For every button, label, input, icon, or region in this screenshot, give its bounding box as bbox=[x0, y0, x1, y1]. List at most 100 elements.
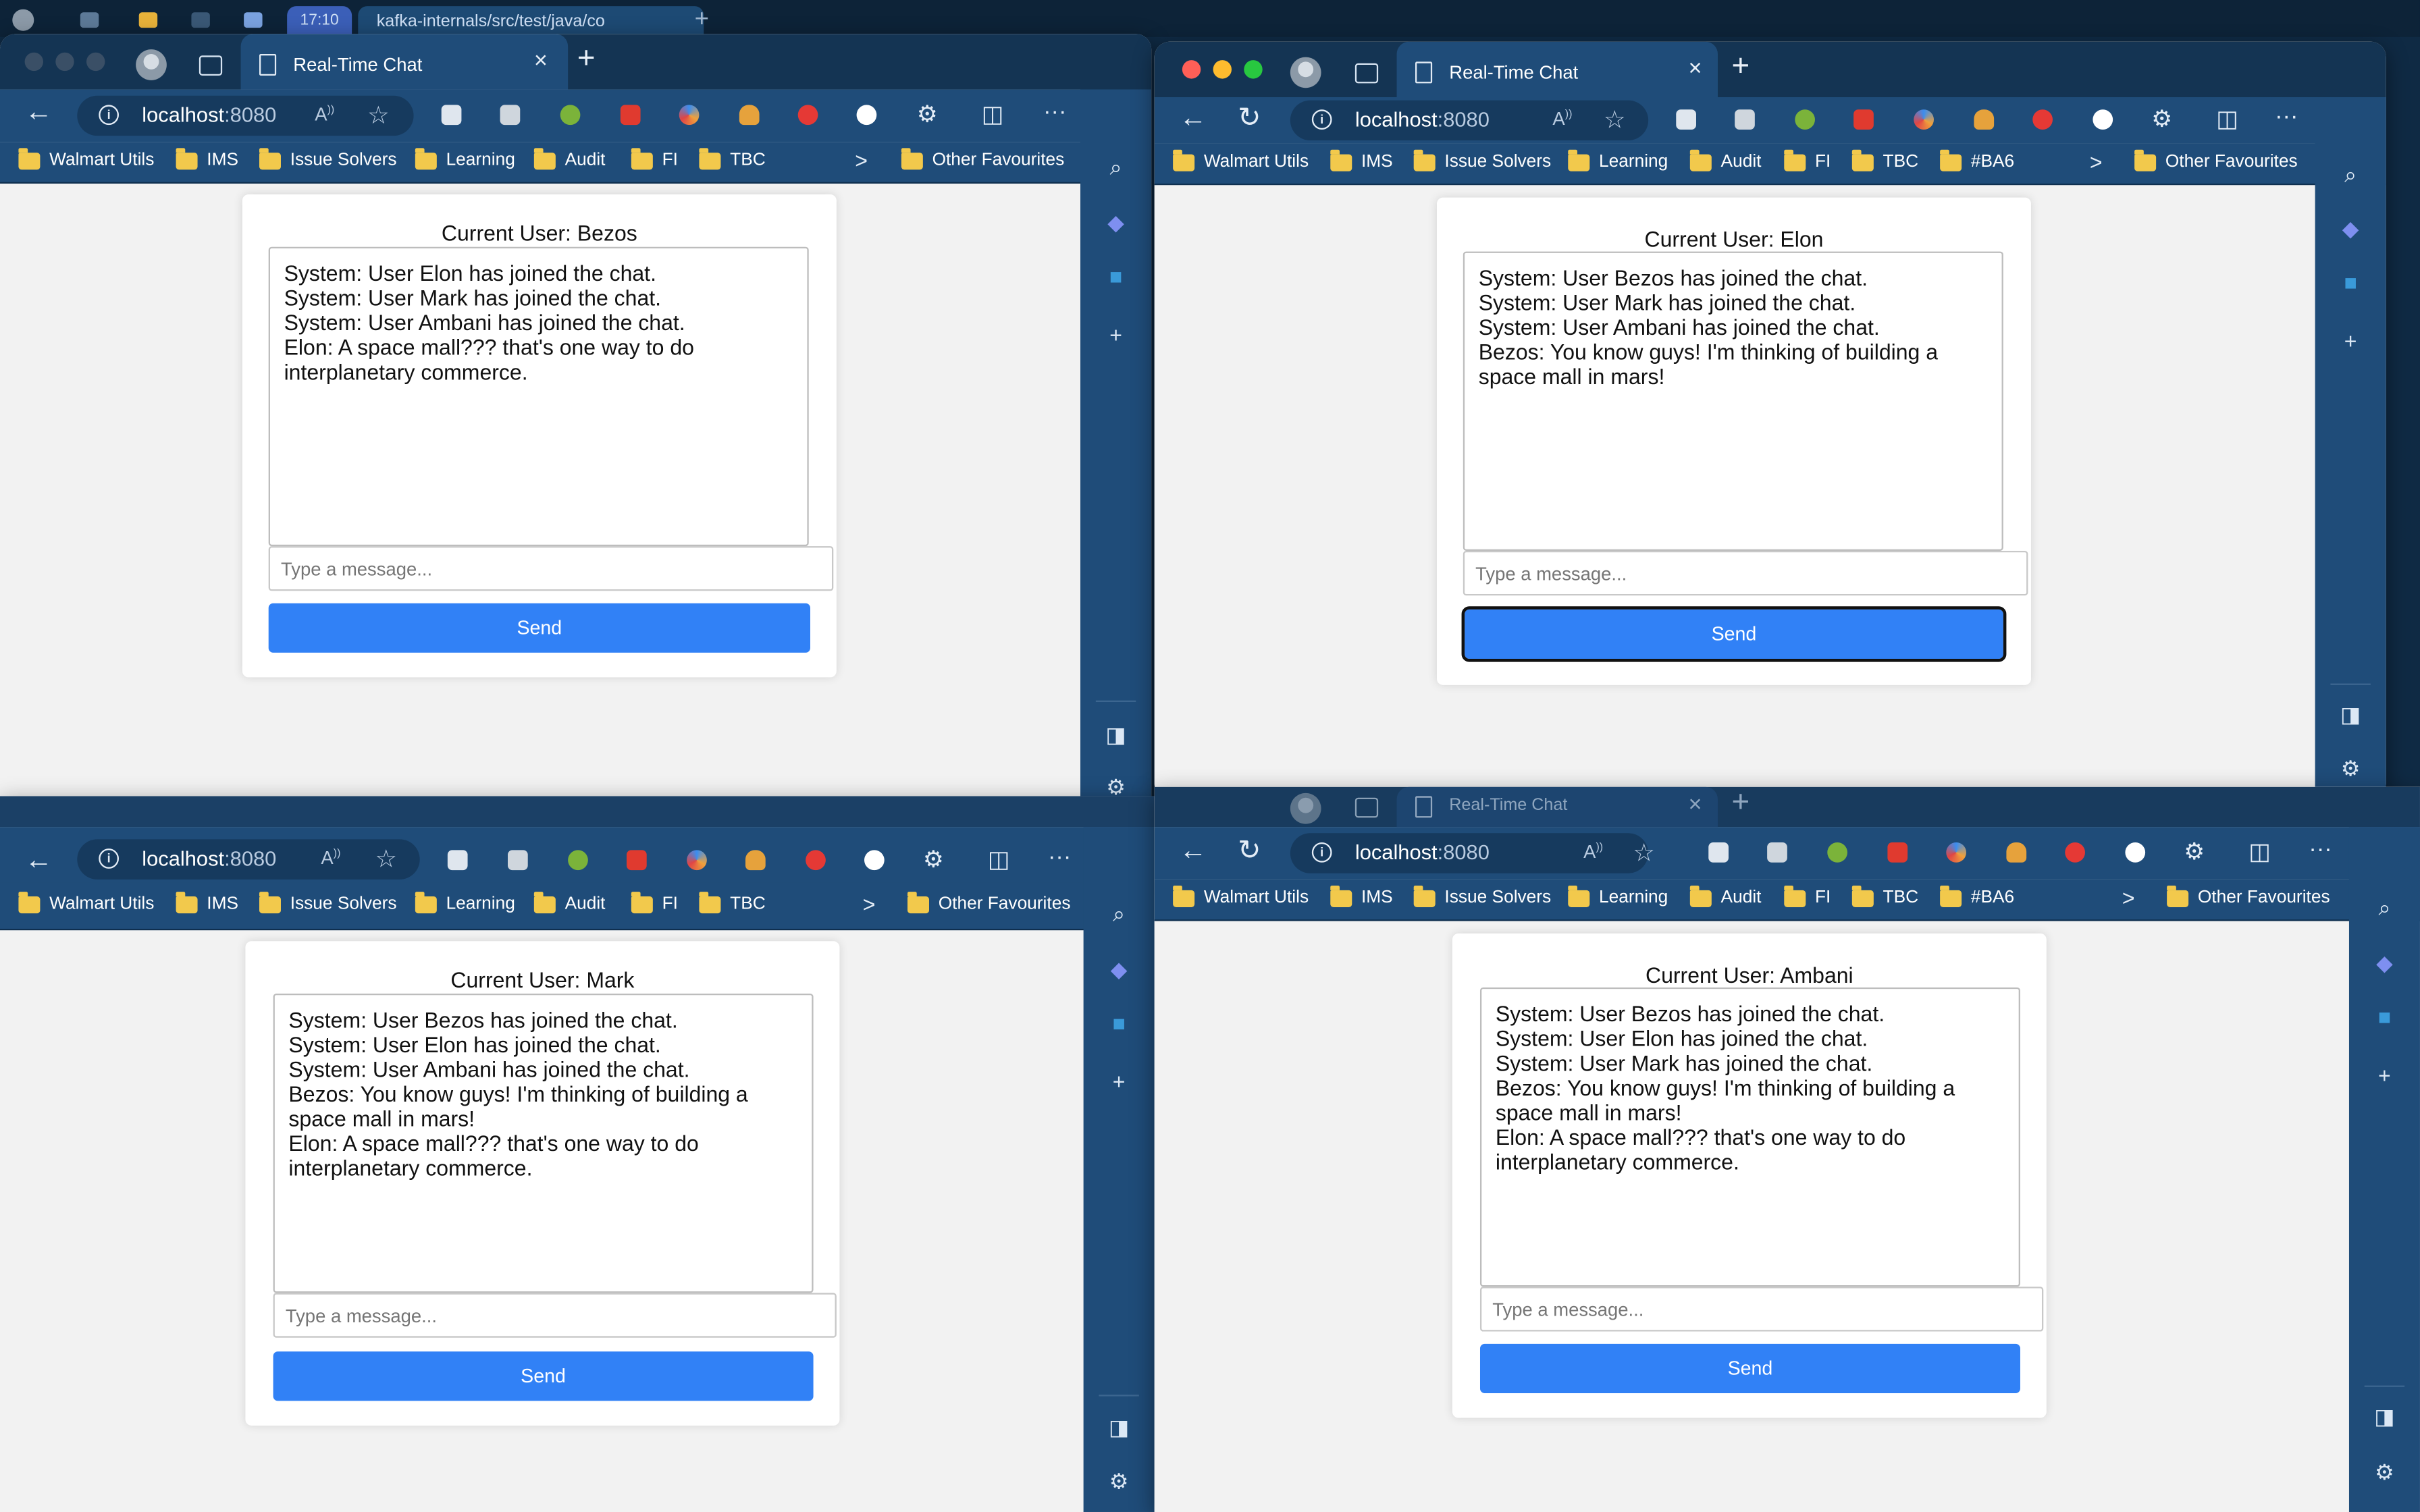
search-icon[interactable]: ⌕ bbox=[1107, 901, 1132, 926]
bookmark-folder[interactable]: IMS bbox=[176, 890, 238, 913]
close-tab-icon[interactable]: × bbox=[1689, 792, 1702, 818]
settings-gear-icon[interactable]: ⚙ bbox=[2338, 756, 2363, 781]
close-tab-icon[interactable]: × bbox=[1689, 55, 1702, 82]
qr-extension-icon[interactable] bbox=[441, 105, 462, 126]
extensions-icon[interactable]: ⚙ bbox=[917, 101, 938, 128]
settings-gear-icon[interactable]: ⚙ bbox=[2372, 1459, 2397, 1484]
calendar-extension-icon[interactable] bbox=[1735, 109, 1755, 130]
profile-avatar[interactable] bbox=[136, 49, 167, 80]
bookmark-folder[interactable]: #BA6 bbox=[1940, 148, 2014, 171]
message-input[interactable] bbox=[1463, 550, 2028, 596]
bookmark-folder[interactable]: Walmart Utils bbox=[18, 890, 154, 913]
back-icon[interactable]: ← bbox=[1179, 102, 1207, 134]
bookmark-folder[interactable]: Audit bbox=[533, 147, 605, 169]
bookmark-folder[interactable]: Issue Solvers bbox=[1413, 884, 1551, 907]
close-window-button[interactable] bbox=[24, 52, 43, 72]
favorite-star-icon[interactable]: ☆ bbox=[367, 101, 390, 132]
hand-extension-icon[interactable] bbox=[2065, 842, 2085, 863]
tab-actions-icon[interactable] bbox=[199, 55, 223, 76]
calendar-extension-icon[interactable] bbox=[1767, 842, 1787, 863]
back-icon[interactable]: ← bbox=[1179, 835, 1207, 867]
split-screen-icon[interactable]: ◫ bbox=[988, 846, 1009, 873]
qr-extension-icon[interactable] bbox=[1676, 109, 1696, 130]
favorite-star-icon[interactable]: ☆ bbox=[1633, 838, 1655, 869]
other-favourites-folder[interactable]: Other Favourites bbox=[2167, 884, 2330, 907]
bookmark-folder[interactable]: FI bbox=[1784, 148, 1831, 171]
bookmark-folder[interactable]: TBC bbox=[1851, 148, 1918, 171]
pdf-extension-icon[interactable] bbox=[620, 105, 641, 126]
helmet-extension-icon[interactable] bbox=[1974, 109, 1995, 130]
chat-messages-box[interactable]: System: User Bezos has joined the chat. … bbox=[1479, 987, 2020, 1287]
address-bar[interactable]: i localhost:8080 A)) ☆ bbox=[77, 839, 420, 880]
bookmark-folder[interactable]: TBC bbox=[1851, 884, 1918, 907]
profile-avatar[interactable] bbox=[1290, 57, 1321, 88]
tab-actions-icon[interactable] bbox=[1354, 797, 1379, 818]
bookmark-folder[interactable]: Audit bbox=[1689, 148, 1761, 171]
extensions-icon[interactable]: ⚙ bbox=[2151, 105, 2172, 133]
bookmark-folder[interactable]: FI bbox=[631, 147, 678, 169]
hand-extension-icon[interactable] bbox=[797, 105, 818, 126]
bookmark-folder[interactable]: TBC bbox=[699, 147, 766, 169]
bookmark-folder[interactable]: Walmart Utils bbox=[1173, 148, 1309, 171]
new-tab-icon[interactable]: + bbox=[695, 6, 709, 34]
plus-extension-icon[interactable] bbox=[568, 850, 588, 871]
refresh-icon[interactable]: ↻ bbox=[1238, 102, 1261, 134]
copilot-sidebar-icon[interactable]: ◆ bbox=[2372, 950, 2397, 975]
address-bar[interactable]: i localhost:8080 A)) ☆ bbox=[77, 95, 414, 136]
qr-extension-icon[interactable] bbox=[447, 850, 468, 871]
add-icon[interactable]: + bbox=[2372, 1063, 2397, 1088]
read-aloud-icon[interactable]: A)) bbox=[321, 847, 340, 869]
chevron-right-icon[interactable]: > bbox=[863, 892, 876, 917]
bookmark-folder[interactable]: FI bbox=[631, 890, 678, 913]
color-extension-icon[interactable] bbox=[687, 850, 707, 871]
bookmark-folder[interactable]: Learning bbox=[1568, 148, 1668, 171]
read-aloud-icon[interactable]: A)) bbox=[1583, 841, 1603, 863]
helmet-extension-icon[interactable] bbox=[745, 850, 766, 871]
more-menu-icon[interactable]: ··· bbox=[1048, 844, 1071, 870]
add-icon[interactable]: + bbox=[1107, 1069, 1132, 1094]
plus-extension-icon[interactable] bbox=[1795, 109, 1815, 130]
minimize-window-button[interactable] bbox=[1213, 60, 1232, 79]
refresh-icon[interactable]: ↻ bbox=[1238, 835, 1261, 867]
copilot-sidebar-icon[interactable]: ◆ bbox=[1103, 210, 1128, 235]
extensions-icon[interactable]: ⚙ bbox=[2184, 838, 2205, 865]
maximize-window-button[interactable] bbox=[86, 52, 105, 72]
site-info-icon[interactable]: i bbox=[99, 848, 119, 869]
bookmark-folder[interactable]: IMS bbox=[176, 147, 238, 169]
color-extension-icon[interactable] bbox=[679, 105, 700, 126]
other-favourites-folder[interactable]: Other Favourites bbox=[2134, 148, 2298, 171]
address-bar[interactable]: i localhost:8080 A)) ☆ bbox=[1290, 100, 1649, 140]
message-input[interactable] bbox=[273, 1293, 837, 1338]
favorite-star-icon[interactable]: ☆ bbox=[375, 844, 397, 875]
copilot-sidebar-icon[interactable]: ◆ bbox=[2338, 216, 2363, 241]
tab-real-time-chat[interactable]: Real-Time Chat × bbox=[1396, 786, 1718, 828]
other-favourites-folder[interactable]: Other Favourites bbox=[907, 890, 1070, 913]
bookmark-folder[interactable]: TBC bbox=[699, 890, 766, 913]
close-window-button[interactable] bbox=[1182, 60, 1201, 79]
add-icon[interactable]: + bbox=[1103, 323, 1128, 348]
favorite-star-icon[interactable]: ☆ bbox=[1604, 105, 1626, 136]
helmet-extension-icon[interactable] bbox=[739, 105, 760, 126]
sidebar-toggle-icon[interactable]: ◨ bbox=[1107, 1415, 1132, 1440]
hand-extension-icon[interactable] bbox=[806, 850, 826, 871]
read-aloud-icon[interactable]: A)) bbox=[315, 103, 334, 125]
background-tab[interactable]: kafka-internals/src/test/java/co bbox=[358, 6, 704, 37]
site-info-icon[interactable]: i bbox=[1311, 842, 1332, 863]
medium-extension-icon[interactable] bbox=[2093, 109, 2113, 130]
pdf-extension-icon[interactable] bbox=[626, 850, 647, 871]
send-button[interactable]: Send bbox=[1479, 1343, 2020, 1393]
split-screen-icon[interactable]: ◫ bbox=[982, 101, 1003, 128]
chevron-right-icon[interactable]: > bbox=[2122, 886, 2135, 911]
hand-extension-icon[interactable] bbox=[2032, 109, 2053, 130]
message-input[interactable] bbox=[268, 546, 834, 591]
tab-actions-icon[interactable] bbox=[1354, 63, 1379, 84]
bookmark-folder[interactable]: Walmart Utils bbox=[1173, 884, 1309, 907]
bookmark-folder[interactable]: IMS bbox=[1330, 148, 1393, 171]
bookmark-folder[interactable]: IMS bbox=[1330, 884, 1393, 907]
split-screen-icon[interactable]: ◫ bbox=[2248, 838, 2270, 865]
send-button[interactable]: Send bbox=[273, 1351, 814, 1401]
search-icon[interactable]: ⌕ bbox=[1103, 155, 1128, 180]
send-button[interactable]: Send bbox=[1461, 606, 2007, 662]
more-menu-icon[interactable]: ··· bbox=[2275, 103, 2298, 130]
search-icon[interactable]: ⌕ bbox=[2372, 895, 2397, 920]
